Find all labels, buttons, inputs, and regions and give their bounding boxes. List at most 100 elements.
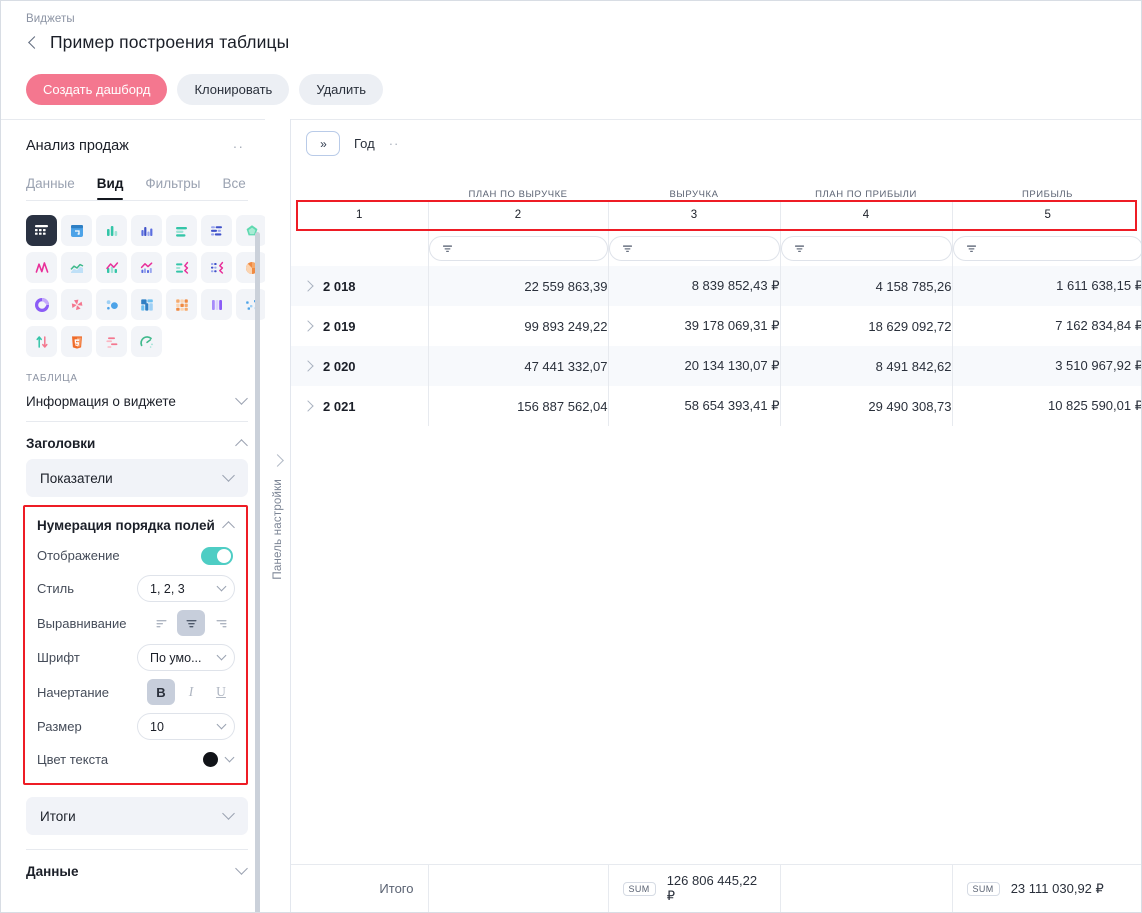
bar-chart-icon[interactable] [96, 215, 127, 246]
heatmap-icon[interactable] [166, 289, 197, 320]
table-row[interactable]: 2 021 156 887 562,04 58 654 393,41 ₽ 29 … [291, 386, 1141, 426]
polygon-area-icon[interactable] [236, 215, 266, 246]
expand-row-icon[interactable] [302, 360, 314, 372]
tab-view[interactable]: Вид [96, 176, 123, 200]
combo-line-grouped-bar-icon[interactable] [131, 252, 162, 283]
html-widget-icon[interactable] [61, 326, 92, 357]
filter-cell-2 [427, 230, 608, 266]
size-select[interactable]: 10 [137, 713, 235, 740]
caption-col-2: ПЛАН ПО ВЫРУЧКЕ [468, 189, 568, 200]
donut-chart-icon[interactable] [26, 289, 57, 320]
bold-button[interactable]: B [147, 679, 175, 705]
grouped-horizontal-bar-icon[interactable] [201, 215, 232, 246]
color-swatch[interactable] [203, 752, 218, 767]
row-dimension-cell[interactable]: 2 020 [291, 346, 428, 386]
chevron-down-icon [235, 392, 248, 405]
field-numbering-settings: Нумерация порядка полей Отображение Стил… [23, 505, 248, 785]
filter-input-3[interactable] [608, 235, 780, 261]
alignment-segmented-control [147, 610, 235, 636]
settings-panel-collapse-tab[interactable]: Панель настройки [265, 119, 291, 912]
table-icon[interactable] [26, 215, 57, 246]
font-select[interactable]: По умо... [137, 644, 235, 671]
text-style-segmented-control: B I U [147, 679, 235, 705]
create-dashboard-button[interactable]: Создать дашборд [26, 74, 168, 105]
sidebar-scrollbar[interactable] [255, 232, 260, 912]
tab-filters[interactable]: Фильтры [145, 176, 200, 200]
field-numbering-header[interactable]: Нумерация порядка полей [25, 511, 246, 540]
expand-all-button[interactable]: » [306, 131, 340, 156]
bubble-chart-icon[interactable] [96, 289, 127, 320]
row-dimension-cell[interactable]: 2 019 [291, 306, 428, 346]
filter-input-2[interactable] [428, 235, 608, 261]
totals-accordion[interactable]: Итоги [26, 797, 248, 835]
indicators-accordion[interactable]: Показатели [26, 459, 248, 497]
title-row: Пример построения таблицы [26, 32, 289, 53]
sidebar-divider-1 [26, 421, 248, 422]
underline-button[interactable]: U [207, 679, 235, 705]
delete-button[interactable]: Удалить [299, 74, 383, 105]
pivot-table-icon[interactable] [61, 215, 92, 246]
align-left-button[interactable] [147, 610, 175, 636]
horizontal-combo-icon[interactable] [166, 252, 197, 283]
cell-plan-revenue: 156 887 562,04 [427, 386, 608, 426]
tab-all[interactable]: Все [222, 176, 245, 200]
widget-menu-icon[interactable]: ·· [233, 138, 244, 154]
dimension-menu-icon[interactable]: ·· [389, 136, 400, 151]
column-number-1: 1 [291, 200, 428, 230]
table-row[interactable]: 2 018 22 559 863,39 8 839 852,43 ₽ 4 158… [291, 266, 1141, 306]
clone-button[interactable]: Клонировать [177, 74, 290, 105]
treemap-icon[interactable] [131, 289, 162, 320]
accordion-data[interactable]: Данные [26, 862, 248, 879]
cell-revenue: 39 178 069,31 ₽ [607, 306, 780, 346]
chevron-down-icon [216, 719, 227, 730]
row-dimension-cell[interactable]: 2 018 [291, 266, 428, 306]
caption-col-5: ПРИБЫЛЬ [1022, 189, 1073, 200]
line-chart-icon[interactable] [26, 252, 57, 283]
column-caption-row: ПЛАН ПО ВЫРУЧКЕ ВЫРУЧКА ПЛАН ПО ПРИБЫЛИ … [291, 174, 1141, 200]
style-row: Стиль 1, 2, 3 [25, 571, 246, 606]
area-chart-icon[interactable] [61, 252, 92, 283]
waterfall-icon[interactable] [201, 289, 232, 320]
cell-plan-revenue: 47 441 332,07 [427, 346, 608, 386]
rose-chart-icon[interactable] [61, 289, 92, 320]
filter-cell-3 [607, 230, 780, 266]
align-center-button[interactable] [177, 610, 205, 636]
table-preview-area: » Год ·· ПЛАН ПО ВЫРУЧКЕ ВЫРУЧКА ПЛАН ПО… [291, 119, 1141, 912]
totals-profit: SUM 23 111 030,92 ₽ [951, 865, 1141, 912]
updown-arrows-icon[interactable] [26, 326, 57, 357]
grouped-horizontal-combo-icon[interactable] [201, 252, 232, 283]
accordion-widget-info[interactable]: Информация о виджете [26, 392, 248, 409]
align-right-button[interactable] [207, 610, 235, 636]
style-select[interactable]: 1, 2, 3 [137, 575, 235, 602]
filter-input-5[interactable] [952, 235, 1141, 261]
horizontal-bar-icon[interactable] [166, 215, 197, 246]
display-toggle[interactable] [201, 546, 233, 565]
table-row[interactable]: 2 020 47 441 332,07 20 134 130,07 ₽ 8 49… [291, 346, 1141, 386]
text-color-picker[interactable] [203, 752, 235, 767]
totals-plan-revenue [427, 865, 608, 912]
row-dimension-cell[interactable]: 2 021 [291, 386, 428, 426]
caption-col-1 [291, 174, 428, 200]
expand-row-icon[interactable] [302, 400, 314, 412]
back-chevron-icon[interactable] [26, 34, 40, 52]
dimension-chip[interactable]: Год [354, 136, 375, 151]
italic-button[interactable]: I [177, 679, 205, 705]
expand-row-icon[interactable] [302, 280, 314, 292]
filter-input-4[interactable] [780, 235, 952, 261]
chevron-down-icon [222, 468, 235, 482]
cell-profit: 1 611 638,15 ₽ [951, 266, 1141, 306]
combo-line-bar-icon[interactable] [96, 252, 127, 283]
tab-data[interactable]: Данные [26, 176, 75, 200]
font-select-value: По умо... [150, 650, 202, 665]
gantt-icon[interactable] [96, 326, 127, 357]
weight-row: Начертание B I U [25, 675, 246, 709]
accordion-headers[interactable]: Заголовки [26, 436, 248, 452]
breadcrumb[interactable]: Виджеты [26, 13, 75, 25]
pie-chart-icon[interactable] [236, 252, 266, 283]
scatter-plot-icon[interactable] [236, 289, 266, 320]
expand-row-icon[interactable] [302, 320, 314, 332]
gauge-icon[interactable] [131, 326, 162, 357]
table-row[interactable]: 2 019 99 893 249,22 39 178 069,31 ₽ 18 6… [291, 306, 1141, 346]
grouped-bar-chart-icon[interactable] [131, 215, 162, 246]
field-numbering-title: Нумерация порядка полей [37, 518, 215, 533]
